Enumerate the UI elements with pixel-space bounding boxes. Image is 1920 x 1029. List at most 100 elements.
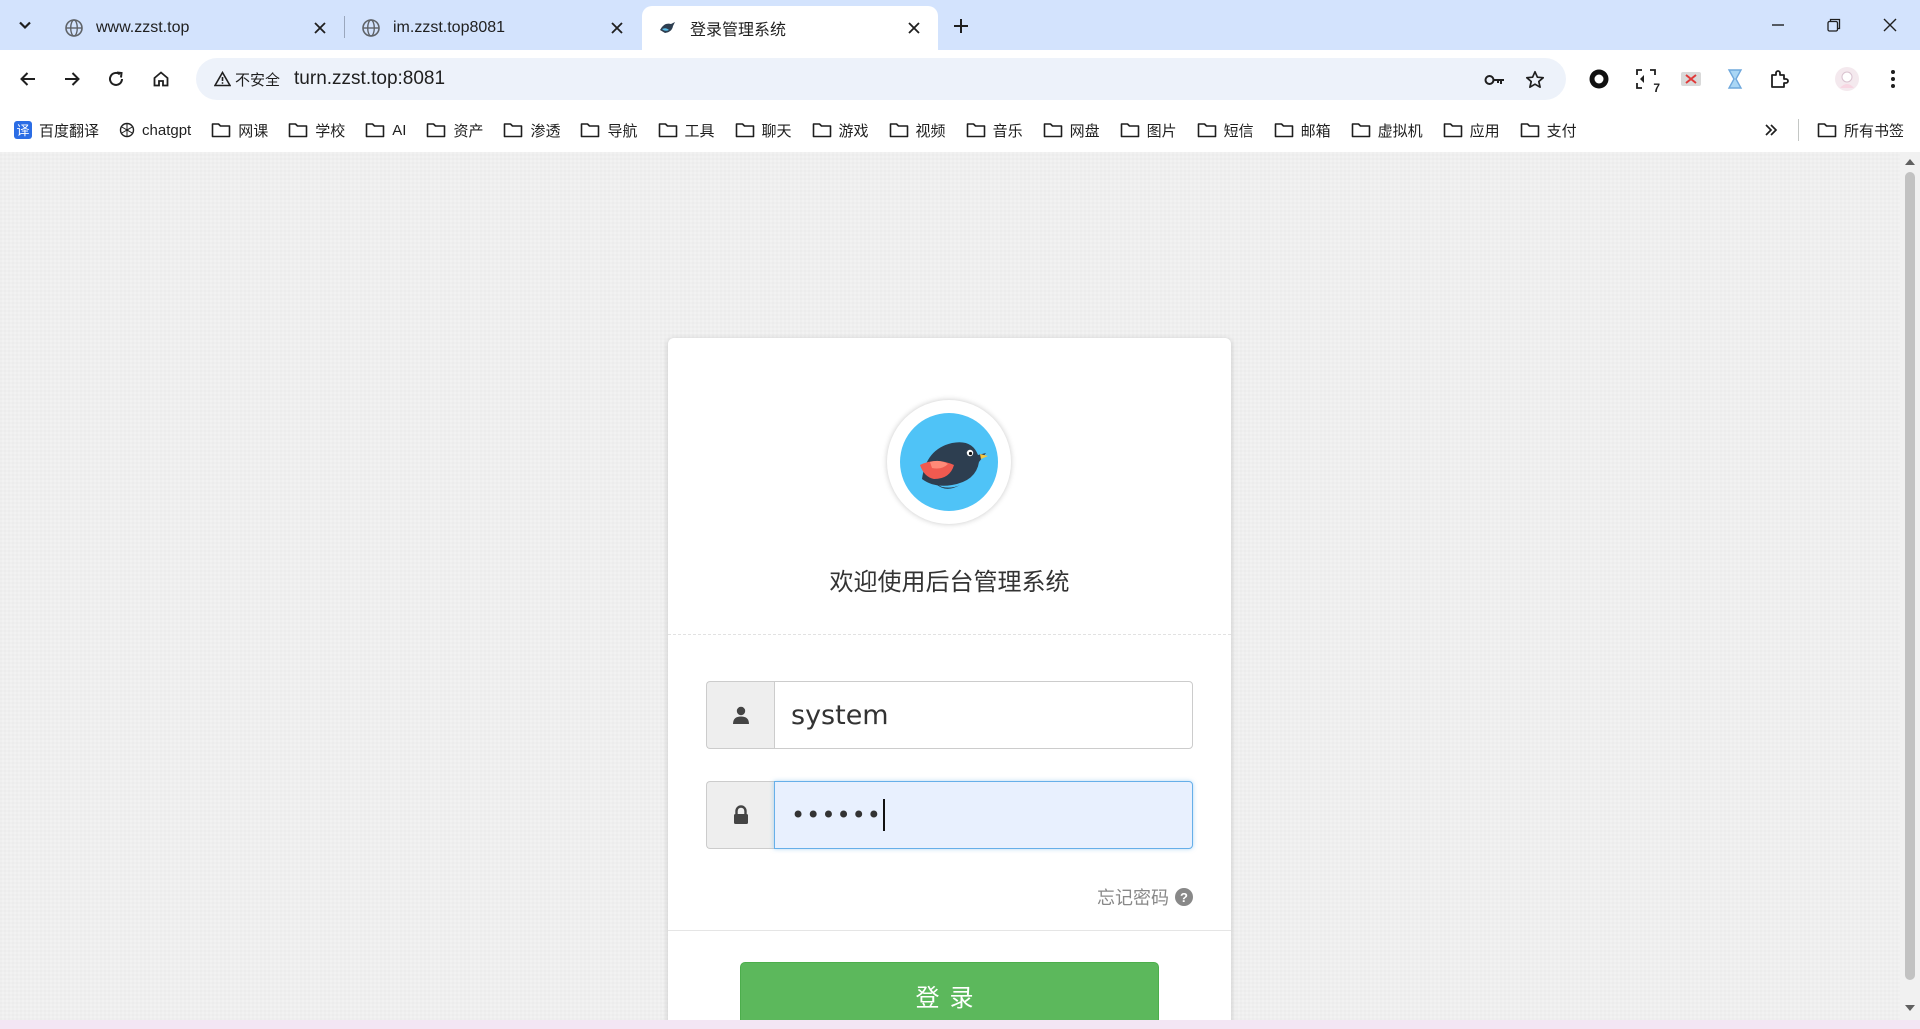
arrow-left-icon [20, 72, 35, 86]
address-bar[interactable]: 不安全 turn.zzst.top:8081 [196, 58, 1566, 100]
bookmark-label: 导航 [607, 122, 638, 140]
tab-bar: www.zzst.top im.zzst.top8081 登录管理系统 [0, 0, 1920, 50]
close-icon[interactable] [605, 16, 629, 40]
forgot-password-label: 忘记密码 [1097, 888, 1169, 908]
bookmark-folder[interactable]: 音乐 [954, 114, 1031, 146]
scroll-down-icon[interactable] [1904, 1002, 1916, 1014]
globe-icon [64, 18, 84, 38]
reload-button[interactable] [99, 62, 133, 96]
bookmark-label: 图片 [1146, 122, 1177, 140]
scroll-up-icon[interactable] [1904, 156, 1916, 168]
bookmark-folder[interactable]: 资产 [414, 114, 491, 146]
folder-icon [1274, 123, 1293, 138]
bookmarks-overflow-button[interactable] [1756, 115, 1786, 145]
tab-zzst[interactable]: www.zzst.top [48, 6, 344, 50]
extension-x-icon[interactable] [1674, 62, 1708, 96]
home-icon [153, 71, 169, 87]
close-icon[interactable] [308, 16, 332, 40]
bookmark-label: 邮箱 [1300, 122, 1331, 140]
security-label: 不安全 [235, 71, 281, 89]
arrow-right-icon [65, 72, 80, 86]
password-group: •••••• [706, 781, 1193, 849]
folder-icon [735, 123, 754, 138]
new-tab-button[interactable] [946, 11, 976, 41]
password-key-icon[interactable] [1482, 67, 1508, 93]
password-input[interactable]: •••••• [774, 781, 1193, 849]
bookmark-label: 网课 [238, 122, 269, 140]
username-group: system [706, 681, 1193, 749]
welcome-heading: 欢迎使用后台管理系统 [829, 568, 1070, 596]
bookmark-folder[interactable]: 工具 [646, 114, 723, 146]
folder-icon [1197, 123, 1216, 138]
bookmark-label: 虚拟机 [1377, 122, 1423, 140]
extension-capture-icon[interactable]: 7 [1629, 62, 1663, 96]
tab-search-button[interactable] [8, 9, 42, 41]
extension-circle-icon[interactable] [1582, 62, 1616, 96]
plus-icon [954, 19, 968, 33]
bookmark-folder[interactable]: 网课 [199, 114, 276, 146]
svg-text:译: 译 [16, 124, 29, 139]
forward-button[interactable] [55, 62, 89, 96]
bookmark-label: 百度翻译 [39, 122, 100, 140]
vertical-scrollbar[interactable] [1900, 152, 1920, 1020]
folder-icon [889, 123, 908, 138]
folder-icon [427, 123, 446, 138]
bookmark-folder[interactable]: AI [353, 114, 414, 146]
bookmark-chatgpt[interactable]: chatgpt [107, 114, 199, 146]
bookmark-folder[interactable]: 图片 [1108, 114, 1185, 146]
restore-icon [1827, 18, 1841, 32]
bookmark-label: 学校 [315, 122, 346, 140]
translate-icon: 译 [14, 121, 32, 139]
chevron-down-icon [19, 21, 31, 30]
folder-icon [1817, 123, 1837, 138]
bird-logo-icon [900, 413, 998, 511]
logo-avatar [887, 400, 1011, 524]
bookmark-label: 渗透 [530, 122, 561, 140]
extension-hourglass-icon[interactable] [1718, 62, 1752, 96]
tab-login-system[interactable]: 登录管理系统 [642, 6, 938, 50]
bookmark-folder[interactable]: 短信 [1185, 114, 1262, 146]
minimize-button[interactable] [1750, 0, 1806, 50]
home-button[interactable] [144, 62, 178, 96]
tab-im-zzst[interactable]: im.zzst.top8081 [345, 6, 641, 50]
bookmark-label: 工具 [684, 122, 715, 140]
bookmark-folder[interactable]: 聊天 [723, 114, 800, 146]
login-button[interactable]: 登录 [740, 962, 1159, 1020]
user-icon [706, 681, 774, 749]
all-bookmarks-button[interactable]: 所有书签 [1817, 114, 1904, 146]
scroll-thumb[interactable] [1905, 172, 1915, 980]
close-icon [1883, 18, 1897, 32]
divider [668, 634, 1231, 635]
back-button[interactable] [11, 62, 45, 96]
folder-icon [365, 123, 385, 138]
site-security-chip[interactable]: 不安全 [206, 64, 288, 94]
bookmark-folder[interactable]: 支付 [1508, 114, 1585, 146]
bookmark-star-icon[interactable] [1522, 67, 1548, 93]
bookmark-folder[interactable]: 应用 [1431, 114, 1508, 146]
extensions-puzzle-icon[interactable] [1763, 62, 1797, 96]
bookmark-baidu-translate[interactable]: 译 百度翻译 [0, 114, 107, 146]
bookmark-label: chatgpt [142, 121, 192, 139]
bookmark-folder[interactable]: 网盘 [1031, 114, 1108, 146]
url-text[interactable]: turn.zzst.top:8081 [294, 68, 445, 90]
bookmark-folder[interactable]: 虚拟机 [1339, 114, 1431, 146]
bookmark-folder[interactable]: 导航 [568, 114, 645, 146]
window-close-button[interactable] [1862, 0, 1918, 50]
warning-icon [214, 71, 231, 87]
forgot-password-link[interactable]: 忘记密码 ? [1097, 884, 1193, 910]
folder-icon [288, 123, 308, 138]
bookmark-folder[interactable]: 游戏 [800, 114, 877, 146]
more-menu-icon[interactable] [1876, 62, 1910, 96]
bookmark-folder[interactable]: 学校 [276, 114, 353, 146]
profile-avatar-icon[interactable] [1830, 62, 1864, 96]
username-input[interactable]: system [774, 681, 1193, 749]
bookmark-folder[interactable]: 视频 [877, 114, 954, 146]
bookmarks-bar: 译 百度翻译 chatgpt 网课 学校 AI 资产 渗透 导航 工具 聊天 游… [0, 108, 1920, 152]
bookmark-folder[interactable]: 邮箱 [1262, 114, 1339, 146]
close-icon[interactable] [902, 16, 926, 40]
text-cursor [882, 799, 885, 831]
bird-icon [658, 18, 678, 38]
bookmark-folder[interactable]: 渗透 [491, 114, 568, 146]
restore-button[interactable] [1806, 0, 1862, 50]
bookmark-label: 视频 [915, 122, 946, 140]
